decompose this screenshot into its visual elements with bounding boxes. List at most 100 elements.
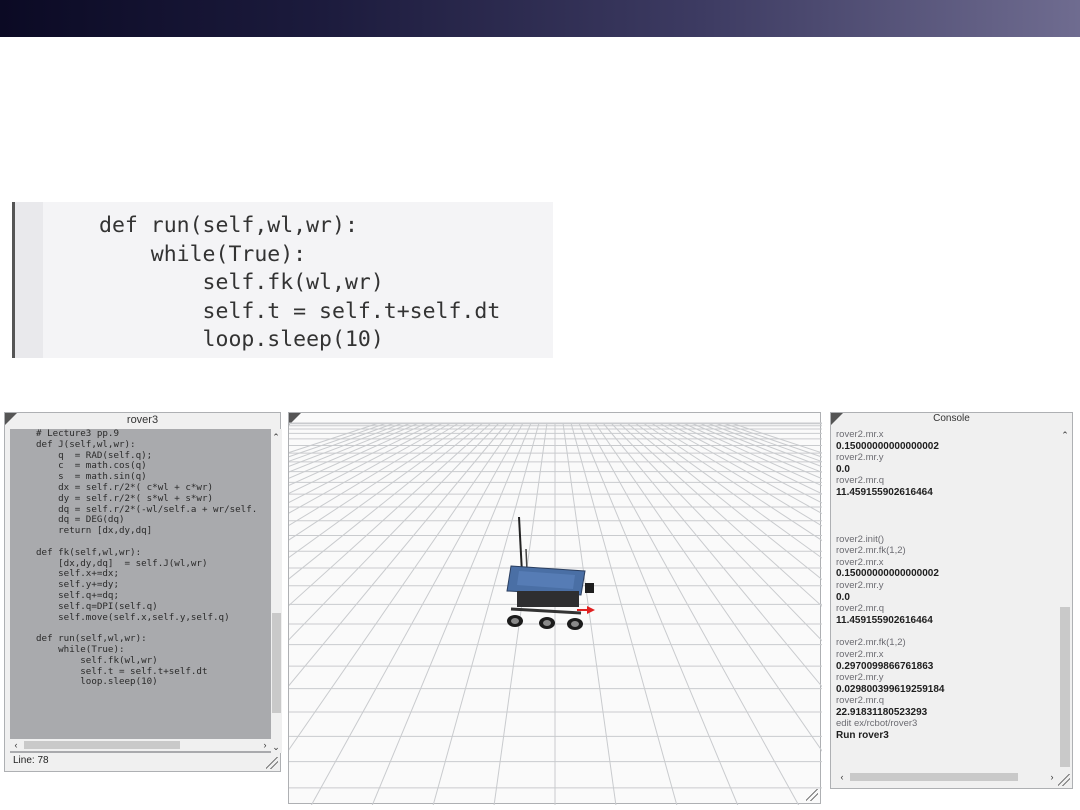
chevron-right-icon[interactable]: › bbox=[1046, 771, 1058, 783]
console-result-line: 0.2970099866761863 bbox=[836, 660, 934, 672]
slide-header-bar bbox=[0, 0, 1080, 37]
console-result-line: 0.15000000000000002 bbox=[836, 568, 939, 580]
grid-line bbox=[289, 422, 492, 607]
editor-code-line[interactable]: def fk(self,wl,wr): bbox=[36, 547, 141, 558]
console-output[interactable]: rover2.mr.x 0.15000000000000002 rover2.mr.… bbox=[836, 429, 1056, 742]
editor-vscroll-thumb[interactable] bbox=[272, 613, 281, 713]
grid-line bbox=[610, 422, 822, 642]
editor-code-line[interactable]: self.move(self.x,self.y,self.q) bbox=[36, 612, 229, 623]
editor-code-line[interactable]: self.x+=dx; bbox=[36, 568, 119, 579]
grid-line bbox=[289, 422, 500, 641]
grid-line bbox=[690, 422, 822, 480]
grid-line bbox=[722, 422, 822, 458]
grid-line bbox=[658, 422, 822, 515]
console-command-line: rover2.init() bbox=[836, 533, 885, 545]
editor-code-line[interactable]: s = math.sin(q) bbox=[36, 471, 147, 482]
console-result-line: 0.0 bbox=[836, 591, 850, 603]
console-command-line: edit ex/rcbot/rover3 bbox=[836, 718, 918, 730]
grid-line bbox=[432, 422, 540, 805]
editor-code-line[interactable]: def J(self,wl,wr): bbox=[36, 439, 136, 450]
scene-canvas[interactable] bbox=[289, 413, 822, 805]
snippet-line: while(True): bbox=[99, 241, 307, 267]
editor-code-line[interactable]: dq = DEG(dq) bbox=[36, 514, 124, 525]
console-window: Console rover2.mr.x 0.15000000000000002 ro… bbox=[830, 412, 1073, 789]
grid-line bbox=[289, 422, 516, 751]
editor-code-line[interactable]: dq = self.r/2*(-wl/self.a + wr/self. bbox=[36, 504, 257, 515]
heading-arrow-head bbox=[587, 606, 595, 614]
chevron-right-icon[interactable]: › bbox=[259, 739, 271, 751]
editor-title: rover3 bbox=[126, 414, 159, 426]
grid-line bbox=[618, 422, 822, 607]
code-editor[interactable]: # Lecture3 pp.9 def J(self,wl,wr): q = R… bbox=[10, 429, 271, 753]
snippet-code: def run(self,wl,wr): while(True): self.f… bbox=[99, 212, 500, 355]
console-hscroll-thumb[interactable] bbox=[850, 773, 1018, 781]
console-horizontal-scrollbar[interactable]: ‹ › bbox=[836, 771, 1058, 783]
editor-vertical-scrollbar[interactable]: ⌃ ⌄ bbox=[271, 429, 282, 753]
console-vscroll-thumb[interactable] bbox=[1060, 607, 1070, 767]
grid-line bbox=[562, 422, 617, 805]
grid-line bbox=[289, 422, 412, 473]
editor-code-line[interactable]: loop.sleep(10) bbox=[36, 676, 157, 687]
console-result-line: Run rover3 bbox=[836, 730, 889, 742]
console-spacer bbox=[836, 626, 1056, 637]
editor-code-line[interactable]: self.q=DPI(self.q) bbox=[36, 601, 158, 612]
snippet-line: def run(self,wl,wr): bbox=[99, 213, 358, 238]
editor-code-line[interactable]: # Lecture3 pp.9 bbox=[36, 429, 119, 439]
chevron-down-icon[interactable]: ⌄ bbox=[270, 741, 282, 753]
rover-wheel bbox=[543, 620, 551, 626]
chevron-up-icon[interactable]: ⌃ bbox=[270, 431, 282, 443]
resize-grip-icon[interactable] bbox=[266, 757, 278, 769]
rover-rocker bbox=[510, 607, 582, 615]
editor-code-line[interactable]: while(True): bbox=[36, 644, 124, 655]
grid-line bbox=[570, 422, 678, 805]
console-result-line: 22.91831180523293 bbox=[836, 706, 928, 718]
ground-grid bbox=[289, 422, 822, 805]
editor-code-line[interactable]: dx = self.r/2*( c*wl + c*wr) bbox=[36, 482, 213, 493]
editor-code-line[interactable]: q = RAD(self.q); bbox=[36, 450, 152, 461]
grid-line bbox=[666, 422, 822, 504]
chevron-up-icon[interactable]: ⌃ bbox=[1059, 429, 1071, 441]
grid-line bbox=[289, 422, 404, 467]
editor-code-line[interactable]: self.t = self.t+self.dt bbox=[36, 666, 207, 677]
grid-line bbox=[289, 422, 380, 454]
grid-line bbox=[602, 422, 822, 688]
resize-grip-icon[interactable] bbox=[806, 789, 818, 801]
rover-wheel bbox=[511, 618, 519, 624]
editor-code-line[interactable]: def run(self,wl,wr): bbox=[36, 633, 147, 644]
editor-code-line[interactable]: return [dx,dy,dq] bbox=[36, 525, 152, 536]
console-command-line: rover2.mr.y bbox=[836, 452, 884, 464]
console-command-line: rover2.mr.fk(1,2) bbox=[836, 637, 906, 649]
grid-line bbox=[289, 422, 428, 486]
3d-viewport[interactable] bbox=[288, 412, 822, 805]
grid-line bbox=[371, 422, 532, 805]
console-vertical-scrollbar[interactable]: ⌃ bbox=[1059, 427, 1071, 767]
editor-code-line[interactable]: [dx,dy,dq] = self.J(wl,wr) bbox=[36, 558, 207, 569]
grid-line bbox=[310, 422, 524, 805]
editor-code-line[interactable]: c = math.cos(q) bbox=[36, 460, 147, 471]
grid-line bbox=[698, 422, 822, 473]
editor-code-line[interactable]: self.fk(wl,wr) bbox=[36, 655, 157, 666]
editor-horizontal-scrollbar[interactable]: ‹ › bbox=[10, 739, 271, 751]
grid-line bbox=[289, 422, 420, 479]
console-result-line: 11.459155902616464 bbox=[836, 486, 933, 498]
editor-code-line[interactable]: self.q+=dq; bbox=[36, 590, 119, 601]
chevron-left-icon[interactable]: ‹ bbox=[10, 739, 22, 751]
grid-line bbox=[289, 422, 508, 687]
resize-grip-icon[interactable] bbox=[1058, 774, 1070, 786]
editor-code-line[interactable]: self.y+=dy; bbox=[36, 579, 119, 590]
editor-code-text[interactable]: # Lecture3 pp.9 def J(self,wl,wr): q = R… bbox=[36, 429, 257, 688]
editor-hscroll-thumb[interactable] bbox=[24, 741, 180, 749]
editor-code-line[interactable]: dy = self.r/2*( s*wl + s*wr) bbox=[36, 493, 213, 504]
chevron-left-icon[interactable]: ‹ bbox=[836, 771, 848, 783]
console-command-line: rover2.mr.y bbox=[836, 672, 884, 684]
rover-front-box bbox=[585, 583, 594, 593]
snippet-line: self.fk(wl,wr) bbox=[99, 270, 384, 295]
editor-window: rover3 # Lecture3 pp.9 def J(self,wl,wr)… bbox=[4, 412, 282, 772]
rover-wheel bbox=[571, 621, 579, 627]
grid-line bbox=[730, 422, 822, 454]
grid-line bbox=[578, 422, 739, 805]
grid-line bbox=[674, 422, 822, 495]
grid-line bbox=[626, 422, 822, 581]
console-result-line: 0.029800399619259184 bbox=[836, 683, 945, 695]
console-command-line: rover2.mr.y bbox=[836, 579, 884, 591]
